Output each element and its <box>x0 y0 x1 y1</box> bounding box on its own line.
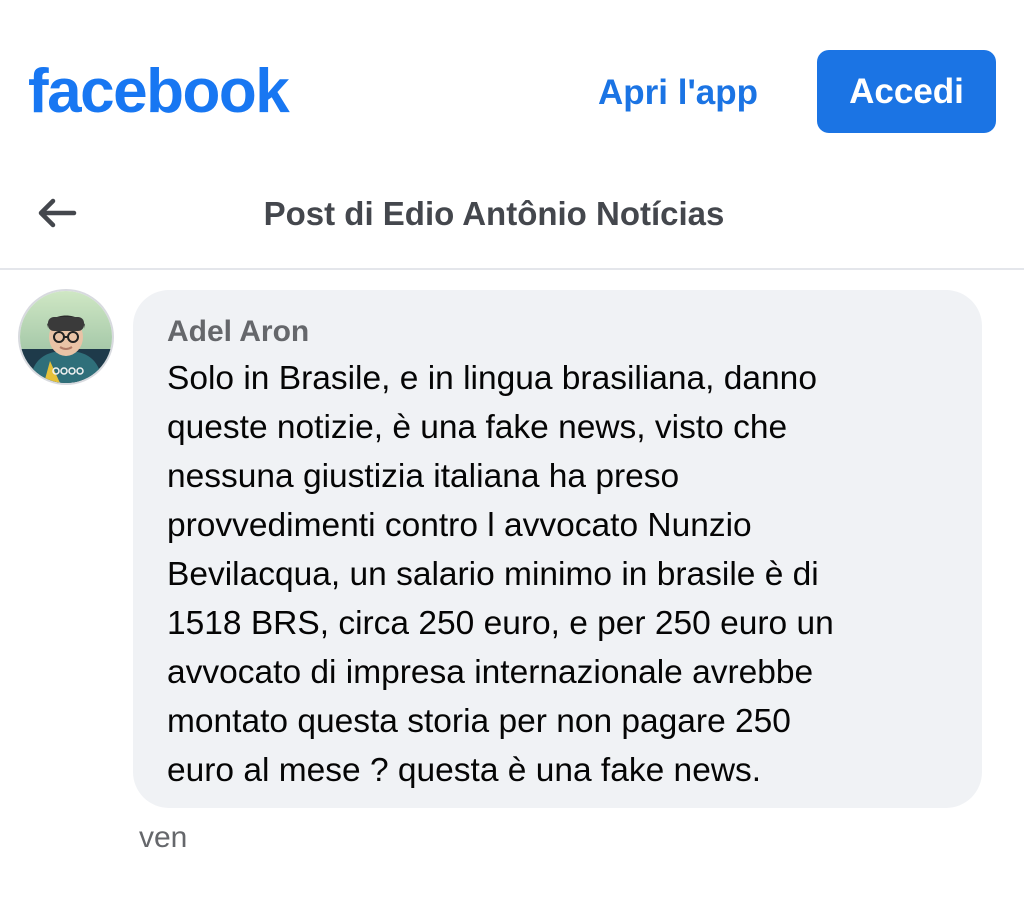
profile-picture <box>20 291 112 383</box>
post-header: Post di Edio Antônio Notícias <box>0 160 1024 270</box>
comment-author[interactable]: Adel Aron <box>167 312 309 352</box>
login-button[interactable]: Accedi <box>817 50 996 133</box>
page-title: Post di Edio Antônio Notícias <box>263 195 725 232</box>
comment-text: Solo in Brasile, e in lingua brasiliana,… <box>167 360 834 789</box>
comment-bubble: Adel Aron Solo in Brasile, e in lingua b… <box>133 290 982 808</box>
open-app-link[interactable]: Apri l'app <box>598 70 758 116</box>
comment-timestamp[interactable]: ven <box>139 818 187 858</box>
top-bar: facebook Apri l'app Accedi <box>0 0 1024 160</box>
avatar[interactable] <box>20 291 112 383</box>
facebook-logo[interactable]: facebook <box>28 52 290 132</box>
